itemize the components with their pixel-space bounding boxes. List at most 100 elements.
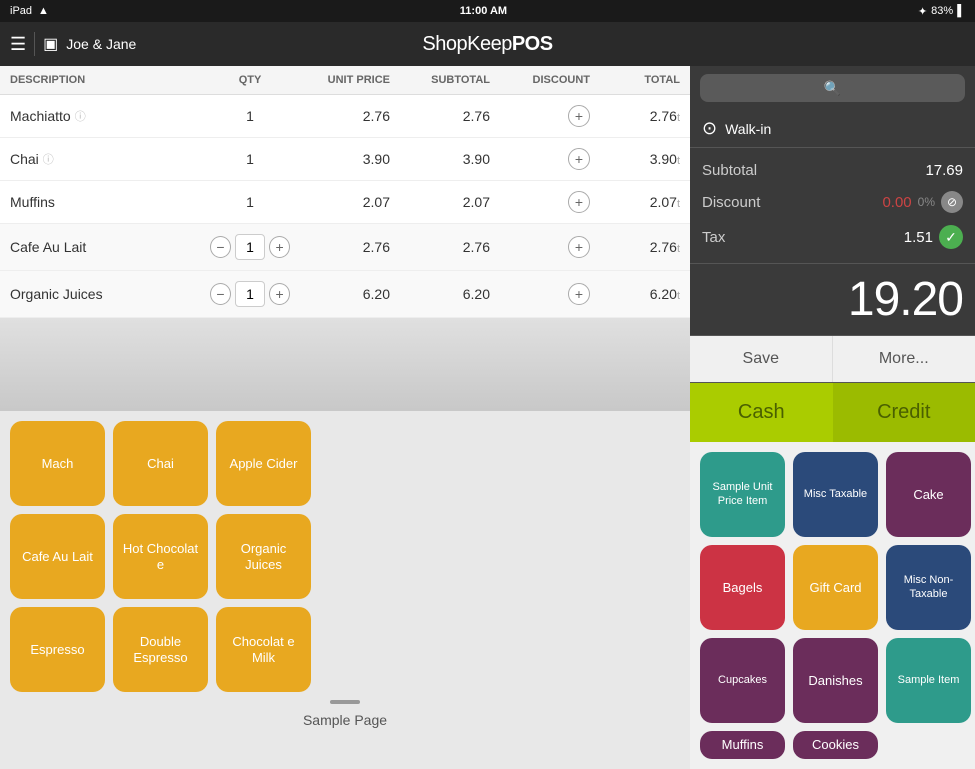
- subtotal: 2.76: [390, 239, 490, 255]
- edit-discount-button[interactable]: ⊘: [941, 191, 963, 213]
- total-cell: 3.90t: [590, 151, 680, 167]
- product-button-misc-non-taxable[interactable]: Misc Non-Taxable: [886, 545, 971, 630]
- add-discount-button[interactable]: +: [568, 283, 590, 305]
- product-button-hot-chocolate[interactable]: Hot Chocolat e: [113, 514, 208, 599]
- app-header: ☰ ▣ Joe & Jane ShopKeepPOS: [0, 22, 975, 66]
- qty-decrease-button[interactable]: −: [210, 236, 231, 258]
- discount-cell: +: [490, 191, 590, 213]
- battery-icon: ▌: [957, 5, 965, 17]
- col-subtotal: SUBTOTAL: [390, 74, 490, 86]
- qty-cell: 1: [210, 108, 290, 124]
- table-row: Chai ⓘ 1 3.90 3.90 + 3.90t: [0, 138, 690, 181]
- col-discount: DISCOUNT: [490, 74, 590, 86]
- ipad-label: iPad: [10, 5, 32, 17]
- discount-value: 0.00: [882, 194, 911, 211]
- add-discount-button[interactable]: +: [568, 105, 590, 127]
- subtotal: 2.76: [390, 108, 490, 124]
- search-input[interactable]: [700, 74, 965, 102]
- info-icon[interactable]: ⓘ: [75, 108, 86, 124]
- total-cell: 2.07t: [590, 194, 680, 210]
- credit-button[interactable]: Credit: [833, 383, 975, 442]
- app-logo: ShopKeepPOS: [422, 33, 552, 56]
- product-button-chai[interactable]: Chai: [113, 421, 208, 506]
- table-row: Muffins 1 2.07 2.07 + 2.07t: [0, 181, 690, 224]
- qty-cell: − 1 +: [210, 234, 290, 260]
- battery-label: 83%: [931, 5, 953, 17]
- info-icon[interactable]: ⓘ: [43, 151, 54, 167]
- total-amount: 19.20: [848, 273, 963, 326]
- product-button-bagels[interactable]: Bagels: [700, 545, 785, 630]
- add-discount-button[interactable]: +: [568, 191, 590, 213]
- add-discount-button[interactable]: +: [568, 148, 590, 170]
- item-name-muffins: Muffins: [10, 194, 210, 210]
- table-row: Machiatto ⓘ 1 2.76 2.76 + 2.76t: [0, 95, 690, 138]
- status-time: 11:00 AM: [460, 5, 507, 17]
- discount-percent: 0%: [918, 195, 935, 209]
- qty-cell: − 1 +: [210, 281, 290, 307]
- product-button-apple-cider[interactable]: Apple Cider: [216, 421, 311, 506]
- item-name-cafe-au-lait: Cafe Au Lait: [10, 239, 210, 255]
- product-button-mach[interactable]: Mach: [10, 421, 105, 506]
- main-container: DESCRIPTION QTY UNIT PRICE SUBTOTAL DISC…: [0, 66, 975, 732]
- product-button-muffins[interactable]: Muffins: [700, 731, 785, 759]
- items-bottom-area: Mach Chai Apple Cider Cafe Au Lait Hot C…: [0, 411, 690, 732]
- table-header: DESCRIPTION QTY UNIT PRICE SUBTOTAL DISC…: [0, 66, 690, 95]
- qty-input[interactable]: 1: [235, 281, 265, 307]
- unit-price: 2.76: [290, 108, 390, 124]
- product-button-sample-unit-price[interactable]: Sample Unit Price Item: [700, 452, 785, 537]
- page-label: Sample Page: [10, 708, 680, 732]
- col-unit-price: UNIT PRICE: [290, 74, 390, 86]
- discount-cell: +: [490, 236, 590, 258]
- order-spacer: [0, 318, 690, 411]
- discount-cell: +: [490, 283, 590, 305]
- right-panel: ⊙ Walk-in Subtotal 17.69 Discount 0.00 0…: [690, 66, 975, 732]
- subtotal-value: 17.69: [925, 162, 963, 179]
- add-discount-button[interactable]: +: [568, 236, 590, 258]
- product-button-chocolate-milk[interactable]: Chocolat e Milk: [216, 607, 311, 692]
- product-button-danishes[interactable]: Danishes: [793, 638, 878, 723]
- menu-button[interactable]: ☰: [10, 34, 26, 55]
- product-button-organic-juices[interactable]: Organic Juices: [216, 514, 311, 599]
- item-name-machiatto: Machiatto ⓘ: [10, 108, 210, 124]
- product-grid: Mach Chai Apple Cider Cafe Au Lait Hot C…: [10, 421, 680, 692]
- order-panel: DESCRIPTION QTY UNIT PRICE SUBTOTAL DISC…: [0, 66, 690, 732]
- qty-input[interactable]: 1: [235, 234, 265, 260]
- total-cell: 6.20t: [590, 286, 680, 302]
- product-button-cupcakes[interactable]: Cupcakes: [700, 638, 785, 723]
- total-cell: 2.76t: [590, 239, 680, 255]
- product-button-cookies[interactable]: Cookies: [793, 731, 878, 759]
- qty-decrease-button[interactable]: −: [210, 283, 231, 305]
- product-button-misc-taxable[interactable]: Misc Taxable: [793, 452, 878, 537]
- qty-increase-button[interactable]: +: [269, 283, 290, 305]
- unit-price: 2.76: [290, 239, 390, 255]
- product-button-espresso[interactable]: Espresso: [10, 607, 105, 692]
- logo-regular: ShopKeep: [422, 33, 511, 55]
- save-button[interactable]: Save: [690, 336, 833, 382]
- qty-cell: 1: [210, 194, 290, 210]
- action-buttons: Save More...: [690, 336, 975, 383]
- product-button-cake[interactable]: Cake: [886, 452, 971, 537]
- discount-controls: 0.00 0% ⊘: [882, 191, 963, 213]
- page-indicator: [10, 692, 680, 708]
- item-name-organic-juices: Organic Juices: [10, 286, 210, 302]
- customer-icon: ⊙: [702, 118, 717, 139]
- register-icon: ▣: [43, 34, 58, 54]
- qty-increase-button[interactable]: +: [269, 236, 290, 258]
- more-button[interactable]: More...: [833, 336, 975, 382]
- cash-button[interactable]: Cash: [690, 383, 833, 442]
- customer-name[interactable]: Walk-in: [725, 121, 771, 137]
- product-button-double-espresso[interactable]: Double Espresso: [113, 607, 208, 692]
- product-button-gift-card[interactable]: Gift Card: [793, 545, 878, 630]
- product-button-sample-item[interactable]: Sample Item: [886, 638, 971, 723]
- col-qty: QTY: [210, 74, 290, 86]
- customer-row: ⊙ Walk-in: [690, 110, 975, 148]
- table-row: Organic Juices − 1 + 6.20 6.20 + 6.20t: [0, 271, 690, 318]
- product-button-cafe-au-lait[interactable]: Cafe Au Lait: [10, 514, 105, 599]
- tax-check-icon: ✓: [939, 225, 963, 249]
- subtotal: 2.07: [390, 194, 490, 210]
- discount-cell: +: [490, 105, 590, 127]
- search-bar: [690, 66, 975, 110]
- order-summary: Subtotal 17.69 Discount 0.00 0% ⊘ Tax 1.…: [690, 148, 975, 264]
- right-items-area: Sample Unit Price Item Misc Taxable Cake…: [690, 442, 975, 769]
- right-product-grid: Sample Unit Price Item Misc Taxable Cake…: [700, 452, 965, 759]
